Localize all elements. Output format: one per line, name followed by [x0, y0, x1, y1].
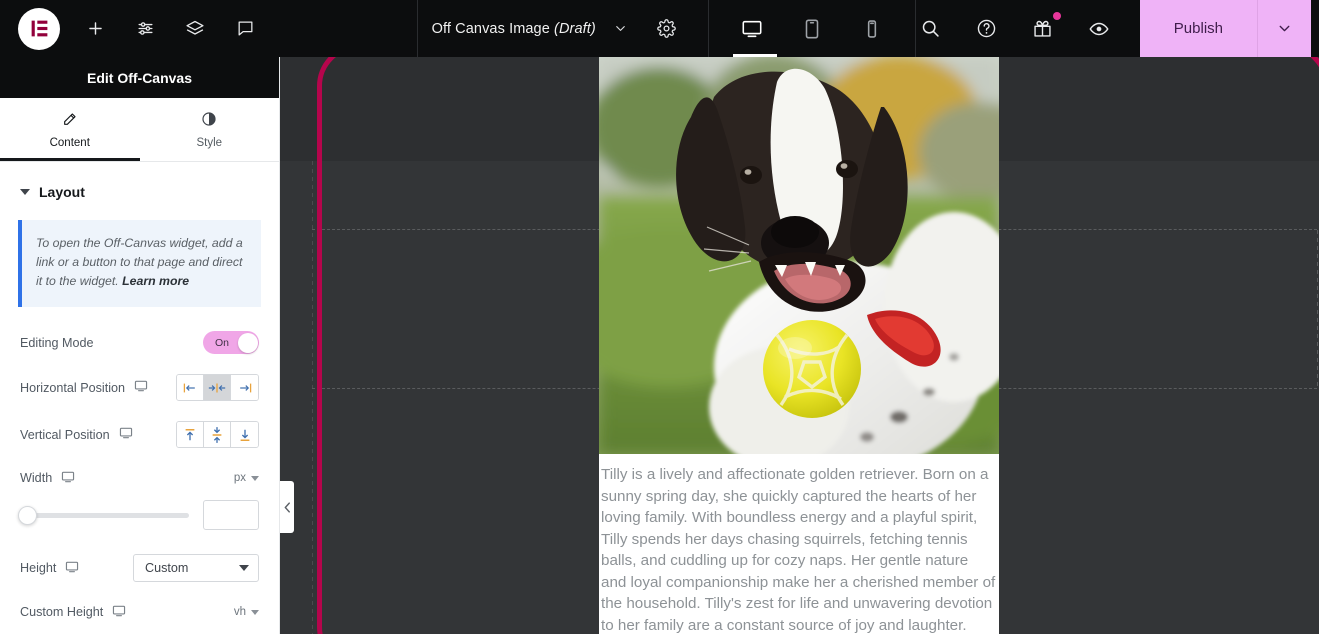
align-start-button[interactable] [177, 375, 204, 401]
dog-photo-illustration [599, 57, 999, 454]
width-unit-selector[interactable]: px [234, 472, 259, 484]
width-label-text: Width [20, 471, 53, 486]
contrast-icon [201, 111, 217, 130]
toolbar-left-group [0, 0, 417, 57]
height-label-text: Height [20, 561, 57, 576]
offcanvas-image [599, 57, 999, 454]
control-editing-mode: Editing Mode On [0, 321, 279, 364]
layers-icon[interactable] [180, 14, 210, 44]
horizontal-position-label: Horizontal Position [20, 379, 148, 396]
section-layout-title: Layout [39, 184, 85, 200]
responsive-desktop-icon[interactable] [119, 426, 133, 443]
toolbar-right-group: Publish [916, 0, 1319, 57]
width-slider-thumb[interactable] [18, 505, 37, 525]
height-selected-value: Custom [145, 561, 189, 576]
chevron-left-icon [284, 501, 290, 513]
custom-height-label: Custom Height [20, 604, 126, 621]
control-vertical-position: Vertical Position [0, 411, 279, 458]
document-title-text: Off Canvas Image [431, 20, 550, 37]
editing-mode-toggle[interactable]: On [203, 331, 259, 355]
align-bottom-button[interactable] [231, 422, 258, 448]
align-center-button[interactable] [204, 375, 231, 401]
align-top-button[interactable] [177, 422, 204, 448]
align-end-button[interactable] [231, 375, 258, 401]
document-title: Off Canvas Image (Draft) [432, 21, 596, 37]
tab-style[interactable]: Style [140, 98, 280, 161]
gift-notification-badge [1052, 11, 1061, 20]
device-desktop-button[interactable] [737, 14, 767, 44]
width-label: Width [20, 470, 75, 487]
sidebar-header: Edit Off-Canvas [0, 57, 279, 98]
publish-group: Publish [1139, 0, 1311, 57]
height-select[interactable]: Custom [133, 554, 259, 583]
elementor-logo-icon[interactable] [18, 7, 60, 50]
control-custom-height: Custom Height vh [0, 592, 279, 632]
sidebar-body: Layout To open the Off-Canvas widget, ad… [0, 162, 279, 634]
responsive-desktop-icon[interactable] [65, 560, 79, 577]
width-unit-label: px [233, 472, 246, 485]
width-slider-row [0, 498, 279, 544]
vertical-position-buttons [176, 421, 259, 449]
editing-mode-toggle-state: On [215, 336, 230, 349]
sidebar-tabs: Content Style [0, 98, 279, 162]
section-layout-header[interactable]: Layout [0, 162, 279, 214]
toggle-knob [237, 332, 258, 353]
chevron-down-icon [251, 609, 259, 615]
horizontal-position-label-text: Horizontal Position [20, 380, 125, 395]
help-icon[interactable] [972, 14, 1002, 44]
chevron-down-icon [251, 475, 259, 481]
offcanvas-body-text: Tilly is a lively and affectionate golde… [601, 466, 996, 634]
document-title-group[interactable]: Off Canvas Image (Draft) [416, 0, 696, 57]
caret-down-icon [239, 565, 249, 572]
document-status: (Draft) [554, 20, 596, 37]
preview-eye-icon[interactable] [1084, 14, 1114, 44]
editing-mode-label: Editing Mode [20, 335, 94, 350]
editor-root: Off Canvas Image (Draft) Publish Edit Of… [0, 0, 1319, 634]
panel-collapse-handle[interactable] [280, 481, 294, 533]
device-mobile-button[interactable] [857, 14, 887, 44]
offcanvas-notice: To open the Off-Canvas widget, add a lin… [18, 220, 261, 308]
responsive-desktop-icon[interactable] [61, 470, 75, 487]
tab-content[interactable]: Content [0, 98, 140, 161]
caret-down-icon [20, 189, 30, 195]
offcanvas-widget-panel[interactable]: Tilly is a lively and affectionate golde… [599, 57, 999, 634]
editor-canvas[interactable]: Tilly is a lively and affectionate golde… [280, 57, 1319, 634]
control-horizontal-position: Horizontal Position [0, 364, 279, 411]
editor-sidebar: Edit Off-Canvas Content Style Layout To … [0, 57, 280, 634]
tab-style-label: Style [196, 136, 223, 149]
vertical-position-label: Vertical Position [20, 426, 133, 443]
width-input[interactable] [203, 500, 259, 531]
custom-height-unit-label: vh [233, 606, 246, 619]
notice-learn-more-link[interactable]: Learn more [122, 274, 189, 288]
gift-icon[interactable] [1028, 11, 1061, 44]
width-slider-track [20, 512, 189, 518]
plus-icon[interactable] [80, 14, 110, 44]
comment-icon[interactable] [230, 14, 260, 44]
top-toolbar: Off Canvas Image (Draft) Publish [0, 0, 1319, 57]
horizontal-position-buttons [176, 374, 259, 402]
control-width: Width px [0, 458, 279, 498]
tab-content-label: Content [49, 136, 90, 149]
vertical-position-label-text: Vertical Position [20, 427, 110, 442]
publish-button[interactable]: Publish [1139, 0, 1257, 57]
device-tablet-button[interactable] [797, 14, 827, 44]
chevron-down-icon[interactable] [606, 14, 636, 44]
responsive-desktop-icon[interactable] [134, 379, 148, 396]
control-height: Height Custom [0, 544, 279, 592]
height-label: Height [20, 560, 79, 577]
custom-height-unit-selector[interactable]: vh [234, 606, 259, 618]
pencil-icon [62, 111, 78, 130]
width-slider[interactable] [18, 505, 189, 525]
responsive-desktop-icon[interactable] [112, 604, 126, 621]
device-preview-group [707, 0, 916, 57]
publish-options-caret-icon[interactable] [1257, 0, 1311, 57]
custom-height-label-text: Custom Height [20, 605, 104, 620]
align-middle-button[interactable] [204, 422, 231, 448]
search-icon[interactable] [916, 14, 946, 44]
sliders-icon[interactable] [130, 14, 160, 44]
gear-icon[interactable] [652, 14, 682, 44]
